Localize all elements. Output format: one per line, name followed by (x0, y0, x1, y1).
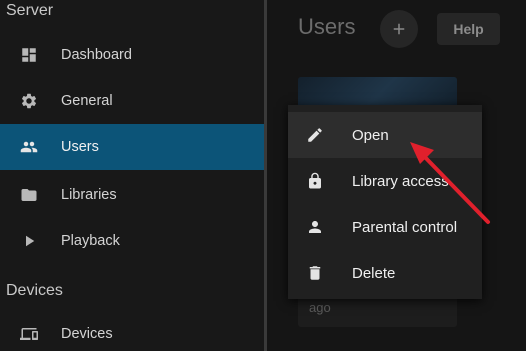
sidebar-item-users[interactable]: Users (0, 124, 264, 170)
menu-item-label: Library access (352, 172, 449, 190)
sidebar-item-label: Playback (61, 233, 120, 249)
menu-item-open[interactable]: Open (288, 112, 482, 158)
user-last-seen: ago (309, 300, 331, 315)
sidebar-item-label: Dashboard (61, 47, 132, 63)
menu-item-label: Open (352, 126, 389, 144)
menu-item-label: Parental control (352, 218, 458, 236)
sidebar-item-general[interactable]: General (0, 78, 264, 124)
gear-icon (20, 92, 38, 110)
sidebar-item-devices[interactable]: Devices (0, 311, 264, 351)
sidebar-item-libraries[interactable]: Libraries (0, 172, 264, 218)
sidebar: Server Dashboard General Users Libraries (0, 0, 264, 351)
menu-item-delete[interactable]: Delete (288, 250, 482, 296)
sidebar-item-label: Libraries (61, 187, 117, 203)
folder-icon (20, 186, 38, 204)
menu-item-parental-control[interactable]: Parental control (288, 204, 482, 250)
trash-icon (306, 264, 324, 282)
app-window: Server Dashboard General Users Libraries (0, 0, 526, 351)
person-icon (306, 218, 324, 236)
section-header-server: Server (6, 2, 54, 19)
help-button[interactable]: Help (437, 13, 500, 45)
sidebar-item-label: Users (61, 139, 99, 155)
pencil-icon (306, 126, 324, 144)
users-icon (20, 138, 38, 156)
sidebar-item-playback[interactable]: Playback (0, 218, 264, 264)
devices-icon (20, 325, 38, 343)
lock-icon (306, 172, 324, 190)
menu-item-label: Delete (352, 264, 396, 282)
add-user-button[interactable] (380, 10, 418, 48)
dashboard-icon (20, 46, 38, 64)
play-icon (20, 232, 38, 250)
sidebar-item-dashboard[interactable]: Dashboard (0, 32, 264, 78)
plus-icon (393, 23, 405, 35)
sidebar-item-label: Devices (61, 326, 113, 342)
sidebar-item-label: General (61, 93, 113, 109)
section-header-devices: Devices (6, 282, 63, 299)
page-title: Users (298, 14, 356, 39)
menu-item-library-access[interactable]: Library access (288, 158, 482, 204)
user-context-menu: Open Library access Parental control Del… (288, 105, 482, 299)
